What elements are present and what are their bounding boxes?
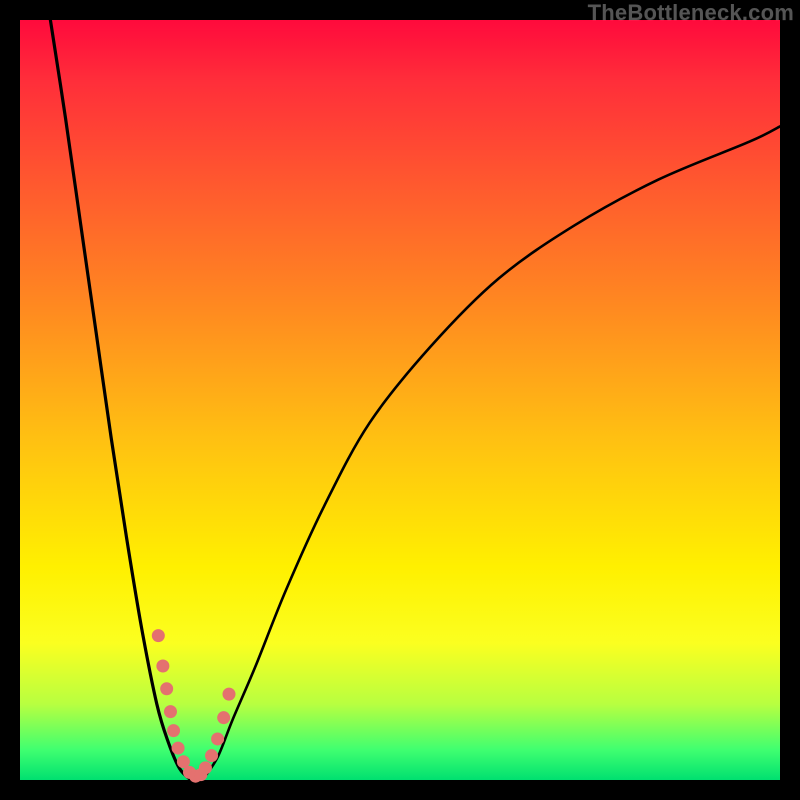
- chart-outer-frame: TheBottleneck.com: [0, 0, 800, 800]
- watermark-text: TheBottleneck.com: [588, 0, 794, 26]
- marker-dot: [160, 682, 173, 695]
- marker-dot: [156, 660, 169, 673]
- marker-dot: [223, 688, 236, 701]
- marker-dot: [199, 761, 212, 774]
- marker-dot: [172, 742, 185, 755]
- chart-svg: [20, 20, 780, 780]
- chart-plot-area: [20, 20, 780, 780]
- curve-right: [202, 126, 780, 780]
- marker-dot: [164, 705, 177, 718]
- marker-dot: [152, 629, 165, 642]
- curve-left: [50, 20, 191, 780]
- marker-dot: [217, 711, 230, 724]
- right-curve: [202, 126, 780, 780]
- marker-points: [152, 629, 236, 783]
- marker-dot: [205, 749, 218, 762]
- left-curve: [50, 20, 191, 780]
- marker-dot: [211, 732, 224, 745]
- marker-dot: [167, 724, 180, 737]
